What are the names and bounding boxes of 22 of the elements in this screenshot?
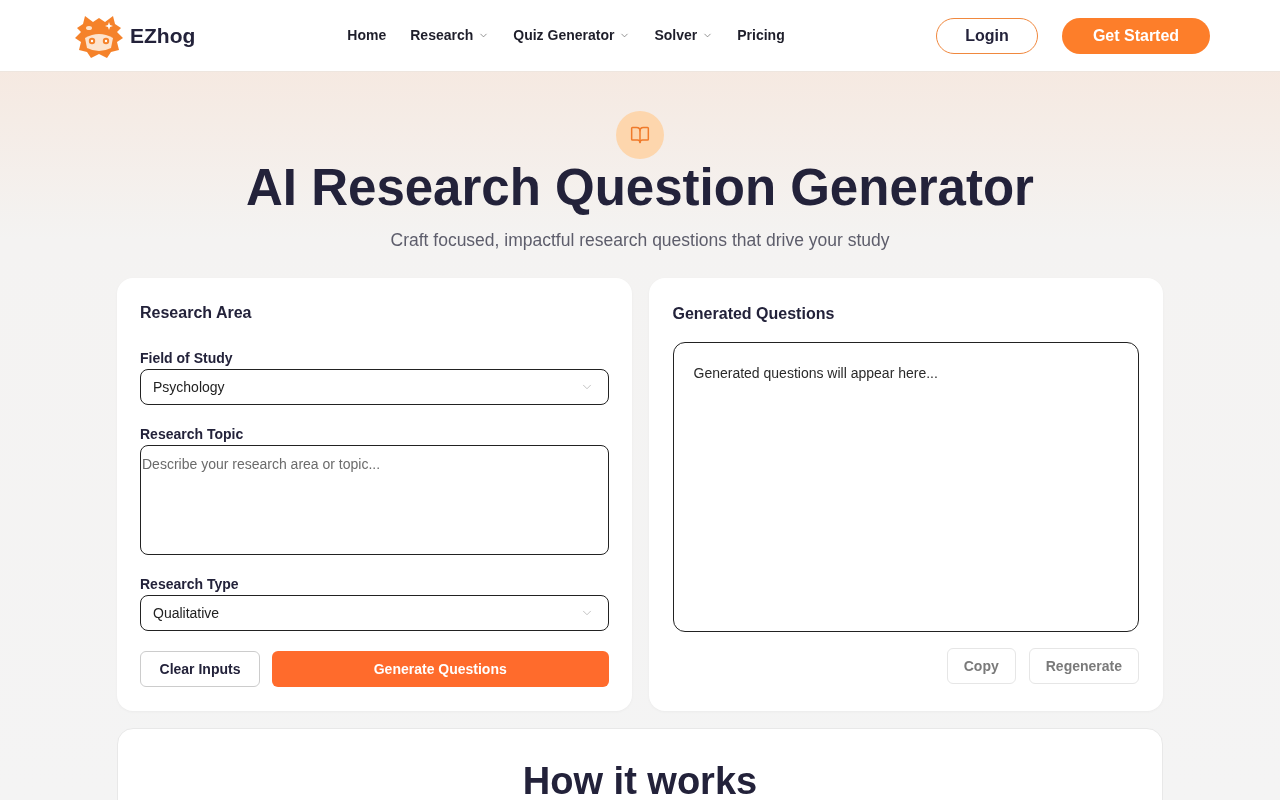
clear-button[interactable]: Clear Inputs <box>140 651 260 687</box>
nav-link[interactable]: Quiz Generator <box>513 25 631 46</box>
empty-state-text: Generated questions will appear here... <box>693 364 939 383</box>
nav-link[interactable]: Pricing <box>737 25 785 46</box>
research-topic-field[interactable]: Describe your research area or topic... <box>140 445 609 555</box>
brand-name: EZhog <box>130 22 196 49</box>
nav-link[interactable]: Research <box>410 25 490 46</box>
card-title: Research Area <box>140 303 253 323</box>
field-label: Research Type <box>140 575 240 594</box>
book-icon <box>616 111 664 159</box>
section-title: How it works <box>521 759 759 800</box>
nav-link[interactable]: Solver <box>654 25 714 46</box>
field-label: Field of Study <box>140 349 234 368</box>
login-button[interactable]: Login <box>936 17 1038 54</box>
card-title: Generated Questions <box>672 304 836 324</box>
page-title: AI Research Question Generator <box>246 160 1034 216</box>
page-subtitle: Craft focused, impactful research questions that drive your study <box>390 229 890 252</box>
hedgehog-logo-icon <box>73 13 125 58</box>
select-field[interactable]: Qualitative <box>140 595 609 631</box>
field-label: Research Topic <box>140 425 245 444</box>
nav-link[interactable]: Home <box>347 25 387 46</box>
select-field[interactable]: Psychology <box>140 369 609 405</box>
